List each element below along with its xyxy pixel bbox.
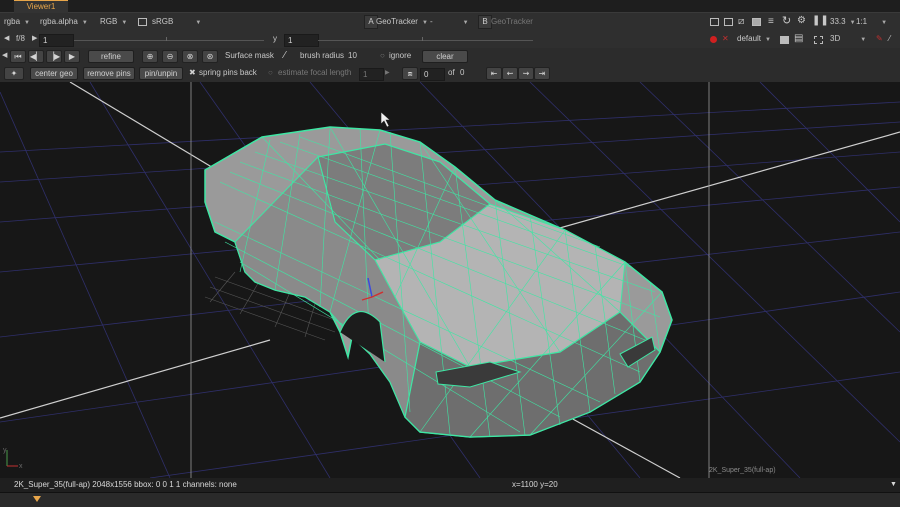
keyframe-clear-icon[interactable]: ⊗ bbox=[182, 50, 198, 63]
brush-radius-label: brush radius bbox=[300, 51, 345, 60]
gain-arrow-left-icon[interactable]: ◀ bbox=[4, 32, 9, 46]
spring-pins-checkbox[interactable]: ✖ bbox=[189, 66, 196, 80]
mouse-cursor-icon bbox=[380, 111, 391, 128]
colorspace-select[interactable]: sRGB ▼ bbox=[152, 15, 201, 29]
gamma-slider[interactable] bbox=[318, 40, 533, 41]
timeline[interactable] bbox=[0, 492, 900, 507]
step-forward-icon[interactable]: ▕▶ bbox=[46, 50, 62, 63]
pin-tool-icon[interactable]: ✦ bbox=[4, 67, 24, 80]
scale-select[interactable]: 1:1 ▼ bbox=[856, 15, 887, 29]
tool-icon[interactable]: ⁄ bbox=[889, 32, 890, 46]
car-wireframe[interactable] bbox=[204, 126, 673, 438]
refine-button[interactable]: refine bbox=[88, 50, 134, 63]
viewer-gain-toolbar: ◀ f/8 ▶ 1 y 1 ✕ default ▼ ▤ 3D ▼ ✎ ⁄ bbox=[0, 31, 900, 49]
keyframe-icon[interactable]: ⧈ bbox=[402, 67, 418, 80]
playhead-marker[interactable] bbox=[33, 496, 41, 502]
surface-mask-label: Surface mask bbox=[225, 51, 274, 60]
estimate-focal-checkbox[interactable]: ○ bbox=[268, 66, 273, 80]
focal-arrow-icon[interactable]: ▶ bbox=[385, 66, 390, 80]
of-label: of bbox=[448, 68, 455, 77]
collapse-icon[interactable]: ▼ bbox=[890, 478, 897, 492]
lut-select[interactable]: default ▼ bbox=[737, 32, 771, 46]
last-keyframe-icon[interactable]: ⇥ bbox=[534, 67, 550, 80]
clear-button[interactable]: clear bbox=[422, 50, 468, 63]
ignore-label: ignore bbox=[389, 51, 412, 60]
gain-arrow-right-icon[interactable]: ▶ bbox=[32, 32, 37, 46]
gain-slider[interactable] bbox=[74, 40, 264, 41]
track-back-icon[interactable]: ⏮ bbox=[10, 50, 26, 63]
viewer-top-toolbar: rgba ▼ rgba.alpha ▼ RGB ▼ sRGB ▼ A GeoTracke… bbox=[0, 13, 900, 32]
keyframe-add-icon[interactable]: ⊕ bbox=[142, 50, 158, 63]
center-geo-button[interactable]: center geo bbox=[30, 67, 78, 80]
compare-op-select[interactable]: - ▼ bbox=[430, 15, 469, 29]
view-axis-indicator bbox=[6, 450, 18, 467]
tab-bar: Viewer1 bbox=[0, 0, 900, 13]
pins-toolbar: ✦ center geo remove pins pin/unpin ✖ spr… bbox=[0, 65, 900, 83]
status-bar: 2K_Super_35(full-ap) 2048x1556 bbox: 0 0… bbox=[0, 478, 900, 492]
brush-radius-value[interactable]: 10 bbox=[348, 49, 357, 63]
zoom-select[interactable]: 33.3 ▼ bbox=[830, 15, 856, 29]
keyframe-current[interactable]: 0 bbox=[420, 68, 445, 81]
record-icon[interactable] bbox=[710, 36, 717, 43]
step-back-icon[interactable]: ◀▏ bbox=[28, 50, 44, 63]
frame-icon[interactable] bbox=[724, 18, 733, 26]
keyframe-remove-icon[interactable]: ⊖ bbox=[162, 50, 178, 63]
tab-viewer1[interactable]: Viewer1 bbox=[14, 0, 68, 13]
gamma-label: y bbox=[273, 34, 277, 43]
gain-slider-handle[interactable] bbox=[166, 37, 167, 41]
checker-icon[interactable] bbox=[752, 18, 761, 26]
cancel-icon[interactable]: ✕ bbox=[722, 32, 729, 46]
gear-icon[interactable]: ⚙ bbox=[797, 14, 806, 28]
remove-pins-button[interactable]: remove pins bbox=[83, 67, 135, 80]
refresh-icon[interactable]: ↻ bbox=[782, 14, 791, 28]
view-mode-select[interactable]: 3D ▼ bbox=[830, 32, 866, 46]
layout-icon[interactable]: ▤ bbox=[794, 32, 803, 46]
track-forward-icon[interactable]: ▶ bbox=[64, 50, 80, 63]
keyframe-total: 0 bbox=[460, 68, 465, 77]
axis-y-label: y bbox=[3, 447, 7, 454]
wipe-icon[interactable]: ⧄ bbox=[738, 15, 744, 29]
pin-unpin-button[interactable]: pin/unpin bbox=[139, 67, 183, 80]
keyframe-settings-icon[interactable]: ⊛ bbox=[202, 50, 218, 63]
gamma-slider-handle[interactable] bbox=[422, 37, 423, 41]
pause-icon[interactable]: ❚❚ bbox=[812, 14, 829, 28]
input-a-select[interactable]: GeoTracker ▼ bbox=[376, 15, 428, 29]
alpha-channel-select[interactable]: rgba.alpha ▼ bbox=[40, 15, 88, 29]
estimate-focal-label: estimate focal length bbox=[278, 68, 352, 77]
cursor-coords: x=1100 y=20 bbox=[512, 480, 558, 489]
input-b-select[interactable]: GeoTracker bbox=[491, 15, 533, 29]
gamma-input[interactable]: 1 bbox=[284, 34, 319, 47]
list-icon[interactable]: ≡ bbox=[768, 15, 774, 29]
track-back-end-icon[interactable]: ◀ bbox=[2, 49, 7, 63]
pen-icon[interactable]: ✎ bbox=[876, 32, 883, 46]
ignore-checkbox[interactable]: ○ bbox=[380, 49, 385, 63]
first-keyframe-icon[interactable]: ⇤ bbox=[486, 67, 502, 80]
prev-keyframe-icon[interactable]: ⇜ bbox=[502, 67, 518, 80]
spring-pins-label: spring pins back bbox=[199, 68, 257, 77]
format-info: 2K_Super_35(full-ap) 2048x1556 bbox: 0 0… bbox=[14, 480, 237, 489]
brush-icon[interactable]: ⁄ bbox=[284, 49, 286, 63]
focal-input[interactable]: 1 bbox=[359, 68, 384, 81]
axis-x-label: x bbox=[19, 463, 23, 470]
camera-icon[interactable] bbox=[780, 36, 789, 44]
bbox-icon[interactable] bbox=[814, 36, 823, 44]
roi-icon[interactable] bbox=[710, 18, 719, 26]
input-b-letter: B bbox=[478, 15, 492, 29]
viewer-viewport[interactable]: y x 2K_Super_35(full-ap) bbox=[0, 82, 900, 478]
gain-input[interactable]: 1 bbox=[39, 34, 74, 47]
channels-select[interactable]: rgba ▼ bbox=[4, 15, 30, 29]
format-corner-label: 2K_Super_35(full-ap) bbox=[709, 467, 776, 474]
colorspace-icon bbox=[138, 18, 147, 26]
geotracker-toolbar: ◀ ⏮ ◀▏ ▕▶ ▶ refine ⊕ ⊖ ⊗ ⊛ Surface mask … bbox=[0, 48, 900, 66]
scene-3d[interactable] bbox=[0, 82, 900, 478]
display-channels-select[interactable]: RGB ▼ bbox=[100, 15, 127, 29]
next-keyframe-icon[interactable]: ⇝ bbox=[518, 67, 534, 80]
fstop-label: f/8 bbox=[16, 34, 25, 43]
